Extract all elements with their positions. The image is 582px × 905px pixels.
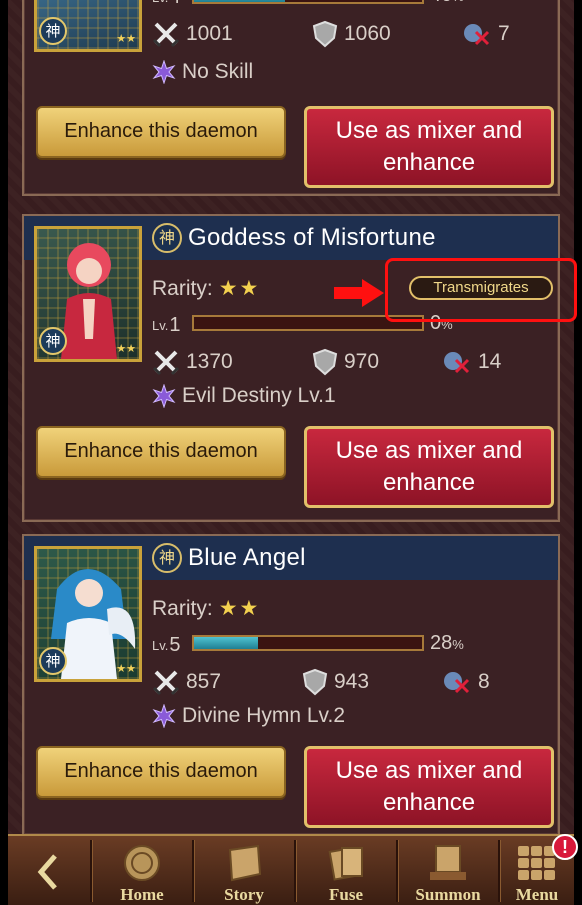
nav-back[interactable] bbox=[8, 836, 88, 905]
daemon-card-3: 神 ★★ 神 Blue Angel Rarity: ★★ Lv. 5 28% 857… bbox=[22, 534, 560, 834]
rarity-stars-icon: ★★ bbox=[116, 662, 136, 675]
skill-row: Evil Destiny Lv.1 bbox=[152, 384, 336, 408]
skill-star-icon bbox=[152, 60, 176, 84]
mixer-label-line2: enhance bbox=[382, 149, 476, 176]
summon-icon bbox=[430, 845, 466, 880]
daemon-name-row: 神 Goddess of Misfortune bbox=[152, 222, 436, 254]
daemon-portrait[interactable]: 神 ★★ bbox=[34, 546, 142, 682]
daemon-name-row: 神 Blue Angel bbox=[152, 542, 306, 574]
level-progress-bar bbox=[192, 0, 424, 4]
use-as-mixer-button[interactable]: Use as mixer and enhance bbox=[304, 746, 554, 828]
mixer-label-line1: Use as mixer and bbox=[335, 757, 523, 784]
swords-icon bbox=[152, 350, 180, 376]
stats-row: 1001 1060 7 bbox=[152, 20, 552, 50]
rarity-row: Rarity: ★★ bbox=[152, 276, 261, 300]
stats-row: 1370 970 14 bbox=[152, 348, 552, 378]
enhance-daemon-button[interactable]: Enhance this daemon bbox=[36, 746, 286, 798]
shield-icon bbox=[302, 668, 328, 696]
kami-icon: 神 bbox=[39, 647, 67, 675]
rarity-stars: ★★ bbox=[218, 596, 261, 620]
notification-badge: ! bbox=[552, 834, 578, 860]
defense-stat: 970 bbox=[312, 348, 379, 376]
defense-stat: 943 bbox=[302, 668, 369, 696]
shield-icon bbox=[312, 348, 338, 376]
enhance-daemon-button[interactable]: Enhance this daemon bbox=[36, 426, 286, 478]
kami-icon: 神 bbox=[39, 17, 67, 45]
bottom-nav: Home Story Fuse Summon Menu bbox=[8, 834, 574, 905]
rarity-stars: ★★ bbox=[218, 276, 261, 300]
highlight-box bbox=[385, 258, 577, 322]
cost-icon bbox=[444, 352, 470, 374]
rarity-stars-icon: ★★ bbox=[116, 32, 136, 45]
daemon-card-1: 神 ★★ Lv.4 40% 1001 1060 7 No Skill Enhan… bbox=[22, 0, 560, 196]
use-as-mixer-button[interactable]: Use as mixer and enhance bbox=[304, 106, 554, 188]
mixer-label-line2: enhance bbox=[382, 789, 476, 816]
level-label: Lv. 1 bbox=[152, 314, 181, 336]
swords-icon bbox=[152, 670, 180, 696]
kami-icon: 神 bbox=[39, 327, 67, 355]
shield-icon bbox=[312, 20, 338, 48]
daemon-portrait[interactable]: 神 ★★ bbox=[34, 226, 142, 362]
level-progress-bar bbox=[192, 635, 424, 651]
nav-summon[interactable]: Summon bbox=[400, 836, 496, 905]
level-label: Lv. 5 bbox=[152, 634, 181, 656]
cost-stat: 7 bbox=[462, 20, 510, 48]
cards-icon bbox=[328, 847, 363, 881]
red-arrow-icon bbox=[334, 279, 384, 307]
mixer-label-line1: Use as mixer and bbox=[335, 117, 523, 144]
chevron-left-icon bbox=[37, 854, 57, 890]
daemon-name: Blue Angel bbox=[188, 544, 306, 571]
attack-stat: 1001 bbox=[152, 20, 233, 48]
stats-row: 857 943 8 bbox=[152, 668, 552, 698]
nav-fuse[interactable]: Fuse bbox=[298, 836, 394, 905]
rarity-stars-icon: ★★ bbox=[116, 342, 136, 355]
daemon-name: Goddess of Misfortune bbox=[188, 224, 436, 251]
nav-story[interactable]: Story bbox=[196, 836, 292, 905]
rarity-row: Rarity: ★★ bbox=[152, 596, 261, 620]
kami-badge-icon: 神 bbox=[152, 223, 182, 253]
attack-stat: 857 bbox=[152, 668, 221, 696]
mixer-label-line1: Use as mixer and bbox=[335, 437, 523, 464]
enhance-daemon-button[interactable]: Enhance this daemon bbox=[36, 106, 286, 158]
level-label: Lv.4 bbox=[152, 0, 181, 9]
nav-home[interactable]: Home bbox=[94, 836, 190, 905]
attack-stat: 1370 bbox=[152, 348, 233, 376]
skill-star-icon bbox=[152, 384, 176, 408]
skill-row: Divine Hymn Lv.2 bbox=[152, 704, 345, 728]
cost-stat: 14 bbox=[442, 348, 501, 376]
level-percent: 40% bbox=[430, 0, 464, 7]
kami-badge-icon: 神 bbox=[152, 543, 182, 573]
defense-stat: 1060 bbox=[312, 20, 391, 48]
mixer-label-line2: enhance bbox=[382, 469, 476, 496]
skill-row: No Skill bbox=[152, 60, 253, 84]
level-percent: 28% bbox=[430, 632, 464, 654]
home-icon bbox=[124, 845, 160, 881]
scroll-icon bbox=[228, 844, 262, 882]
cost-stat: 8 bbox=[442, 668, 490, 696]
cost-icon bbox=[464, 24, 490, 46]
app-screen: 神 ★★ Lv.4 40% 1001 1060 7 No Skill Enhan… bbox=[8, 0, 574, 905]
daemon-portrait[interactable]: 神 ★★ bbox=[34, 0, 142, 52]
swords-icon bbox=[152, 22, 180, 48]
cost-icon bbox=[444, 672, 470, 694]
use-as-mixer-button[interactable]: Use as mixer and enhance bbox=[304, 426, 554, 508]
skill-star-icon bbox=[152, 704, 176, 728]
